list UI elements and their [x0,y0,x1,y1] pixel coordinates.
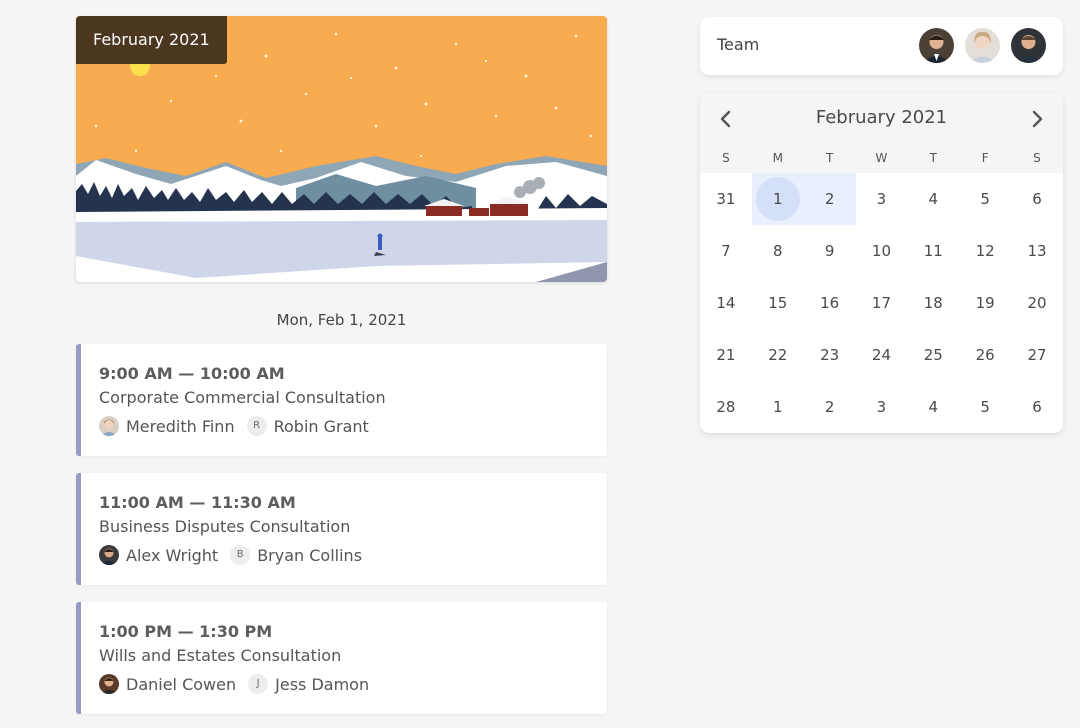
calendar-day[interactable]: 26 [959,329,1011,381]
calendar-day[interactable]: 22 [752,329,804,381]
calendar-month-title: February 2021 [815,107,948,128]
event-time: 11:00 AM — 11:30 AM [99,493,296,512]
calendar-day[interactable]: 3 [856,173,908,225]
event-time: 1:00 PM — 1:30 PM [99,622,273,641]
calendar-day[interactable]: 12 [959,225,1011,277]
attendee: Meredith Finn [99,416,235,436]
attendee-name: Robin Grant [273,416,369,436]
calendar-day[interactable]: 15 [752,277,804,329]
event-card[interactable]: 1:00 PM — 1:30 PM Wills and Estates Cons… [76,602,607,714]
weekday-label: M [772,151,783,165]
chevron-right-icon[interactable] [1023,105,1051,133]
hero-illustration: February 2021 [76,16,607,282]
team-card: Team [700,17,1063,75]
attendee-initial: B [230,545,251,565]
calendar-day[interactable]: 11 [907,225,959,277]
calendar-week: 28 1 2 3 4 5 6 [700,381,1063,433]
attendee-name: Alex Wright [126,545,219,565]
calendar-day[interactable]: 20 [1011,277,1063,329]
calendar-grid: 31 1 2 3 4 5 6 7 8 9 10 11 12 13 14 15 1… [700,173,1063,433]
calendar-day[interactable]: 9 [804,225,856,277]
weekday-label: T [929,151,937,165]
calendar-day[interactable]: 18 [907,277,959,329]
avatar-female-icon[interactable] [965,28,1000,63]
attendee: B Bryan Collins [230,545,362,565]
calendar-day[interactable]: 25 [907,329,959,381]
calendar-week: 14 15 16 17 18 19 20 [700,277,1063,329]
calendar-day[interactable]: 2 [803,173,856,225]
calendar-day[interactable]: 5 [959,173,1011,225]
weekday-label: T [825,151,834,165]
month-calendar: February 2021 S M T W T F S 31 1 2 3 4 5… [700,93,1063,433]
attendee: Daniel Cowen [99,674,236,694]
calendar-day[interactable]: 27 [1011,329,1063,381]
calendar-week: 21 22 23 24 25 26 27 [700,329,1063,381]
calendar-day[interactable]: 14 [700,277,752,329]
calendar-day[interactable]: 28 [700,381,752,433]
team-avatars [908,28,1046,63]
calendar-day[interactable]: 31 [700,173,752,225]
weekday-label: W [875,151,888,165]
calendar-day-selected[interactable]: 1 [751,173,804,225]
avatar-male-icon[interactable] [919,28,954,63]
calendar-day[interactable]: 16 [804,277,856,329]
weekday-label: F [981,151,989,165]
event-time: 9:00 AM — 10:00 AM [99,364,285,383]
weekday-label: S [1033,151,1041,165]
weekday-label: S [722,151,730,165]
calendar-weekday-row: S M T W T F S [700,151,1063,165]
calendar-day[interactable]: 17 [856,277,908,329]
calendar-day[interactable]: 21 [700,329,752,381]
avatar-male-icon[interactable] [1011,28,1046,63]
agenda-date-heading: Mon, Feb 1, 2021 [276,311,407,329]
attendee-initial: R [246,416,267,436]
calendar-day[interactable]: 24 [856,329,908,381]
calendar-day[interactable]: 1 [752,381,804,433]
attendee: Alex Wright [99,545,218,565]
event-card[interactable]: 9:00 AM — 10:00 AM Corporate Commercial … [76,344,607,456]
calendar-day[interactable]: 6 [1011,173,1063,225]
calendar-day[interactable]: 13 [1011,225,1063,277]
attendee-name: Jess Damon [275,674,370,694]
calendar-day[interactable]: 4 [907,381,959,433]
event-card[interactable]: 11:00 AM — 11:30 AM Business Disputes Co… [76,473,607,585]
calendar-day[interactable]: 6 [1011,381,1063,433]
month-badge: February 2021 [76,16,227,64]
avatar-female-icon [99,416,119,436]
calendar-week: 31 1 2 3 4 5 6 [700,173,1063,225]
event-title: Wills and Estates Consultation [99,646,342,665]
event-attendees: Meredith Finn R Robin Grant [99,415,381,437]
calendar-day[interactable]: 2 [804,381,856,433]
calendar-week: 7 8 9 10 11 12 13 [700,225,1063,277]
page: February 2021 Mon, Feb 1, 2021 9:00 AM —… [0,0,1080,728]
attendee-name: Meredith Finn [126,416,235,436]
calendar-day[interactable]: 23 [804,329,856,381]
calendar-day[interactable]: 19 [959,277,1011,329]
calendar-day[interactable]: 10 [856,225,908,277]
avatar-male-icon [99,545,119,565]
event-attendees: Alex Wright B Bryan Collins [99,544,374,566]
calendar-day[interactable]: 8 [752,225,804,277]
attendee-name: Bryan Collins [257,545,363,565]
attendee: R Robin Grant [246,416,369,436]
event-title: Business Disputes Consultation [99,517,351,536]
attendee: J Jess Damon [248,674,369,694]
event-attendees: Daniel Cowen J Jess Damon [99,673,381,695]
calendar-day[interactable]: 7 [700,225,752,277]
calendar-day[interactable]: 3 [856,381,908,433]
calendar-day[interactable]: 5 [959,381,1011,433]
team-label: Team [717,35,760,54]
attendee-name: Daniel Cowen [126,674,237,694]
avatar-male-icon [99,674,119,694]
attendee-initial: J [248,674,269,694]
calendar-day[interactable]: 4 [907,173,959,225]
event-title: Corporate Commercial Consultation [99,388,386,407]
